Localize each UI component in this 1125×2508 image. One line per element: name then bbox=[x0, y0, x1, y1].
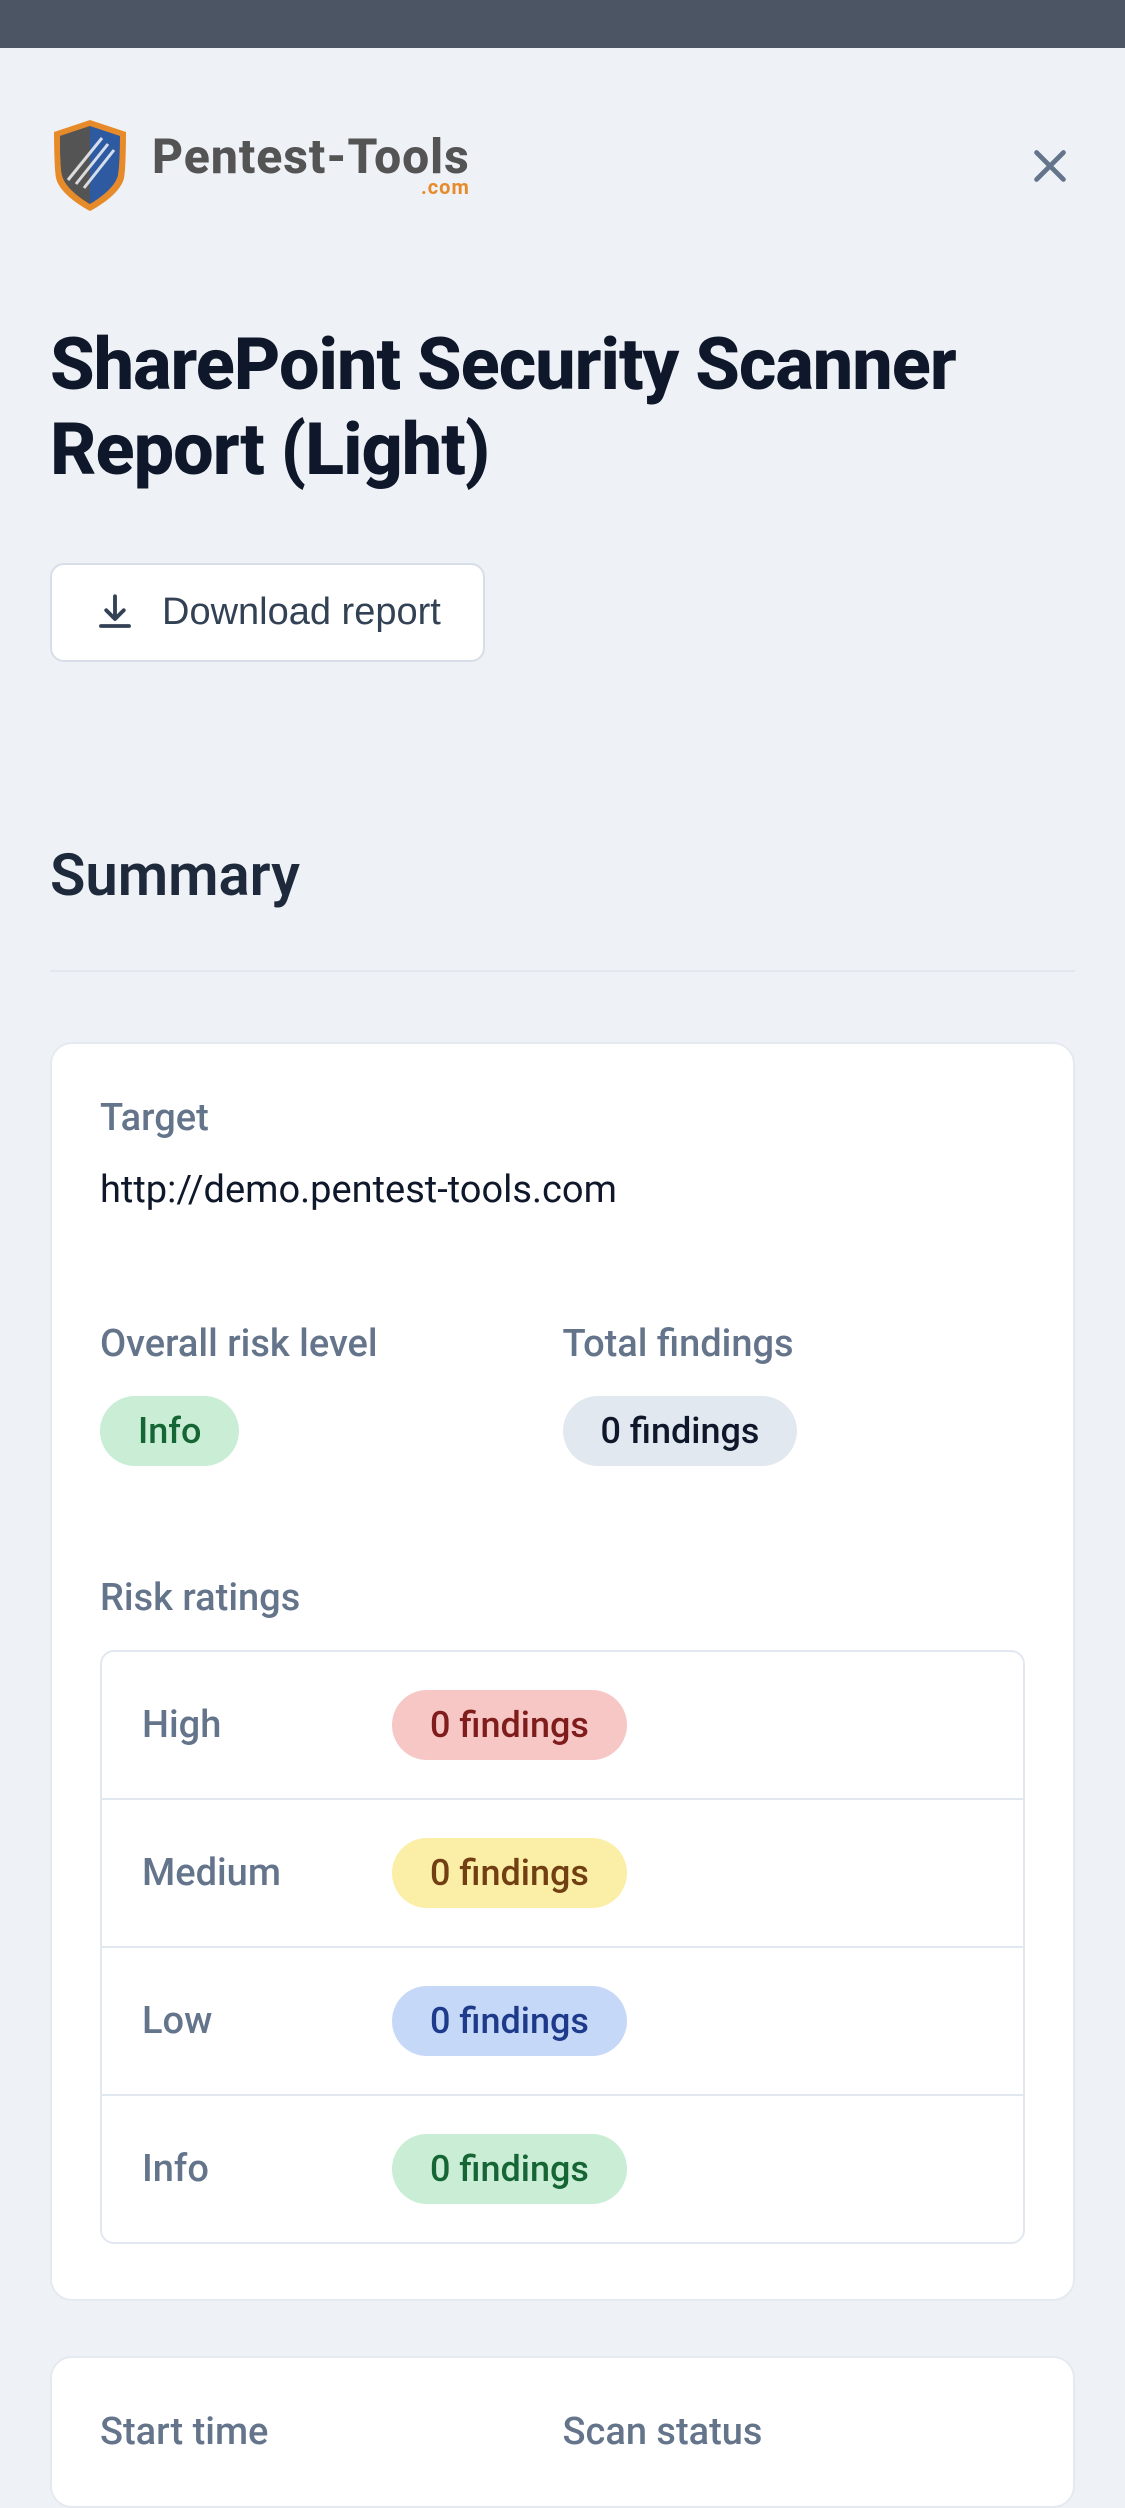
download-label: Download report bbox=[162, 591, 441, 634]
risk-row: Medium0 findings bbox=[102, 1800, 1023, 1948]
overall-risk-col: Overall risk level Info bbox=[100, 1322, 563, 1466]
brand-name: Pentest-Tools bbox=[152, 133, 470, 181]
brand-text: Pentest-Tools .com bbox=[152, 133, 470, 199]
content-container: Pentest-Tools .com SharePoint Security S… bbox=[0, 48, 1125, 2508]
close-button[interactable] bbox=[1025, 141, 1075, 191]
risk-findings-badge: 0 findings bbox=[392, 2134, 627, 2204]
risk-name: Low bbox=[142, 1999, 392, 2043]
summary-card: Target http://demo.pentest-tools.com Ove… bbox=[50, 1042, 1075, 2301]
meta-card: Start time Scan status bbox=[50, 2356, 1075, 2508]
header-row: Pentest-Tools .com bbox=[50, 118, 1075, 213]
risk-row: Low0 findings bbox=[102, 1948, 1023, 2096]
scan-status-label: Scan status bbox=[563, 2410, 1026, 2454]
top-bar bbox=[0, 0, 1125, 48]
brand-logo: Pentest-Tools .com bbox=[50, 118, 470, 213]
divider bbox=[50, 970, 1075, 972]
summary-heading: Summary bbox=[50, 842, 1075, 910]
risk-findings-badge: 0 findings bbox=[392, 1690, 627, 1760]
risk-ratings-section: Risk ratings High0 findingsMedium0 findi… bbox=[100, 1576, 1025, 2244]
total-findings-badge: 0 findings bbox=[563, 1396, 798, 1466]
risk-ratings-table: High0 findingsMedium0 findingsLow0 findi… bbox=[100, 1650, 1025, 2244]
shield-icon bbox=[50, 118, 130, 213]
total-findings-col: Total findings 0 findings bbox=[563, 1322, 1026, 1466]
page-title: SharePoint Security Scanner Report (Ligh… bbox=[50, 323, 1075, 493]
risk-findings-badge: 0 findings bbox=[392, 1838, 627, 1908]
risk-name: Medium bbox=[142, 1851, 392, 1895]
download-report-button[interactable]: Download report bbox=[50, 563, 485, 662]
risk-row: High0 findings bbox=[102, 1652, 1023, 1800]
risk-findings-row: Overall risk level Info Total findings 0… bbox=[100, 1322, 1025, 1466]
risk-ratings-label: Risk ratings bbox=[100, 1576, 1025, 1620]
target-value: http://demo.pentest-tools.com bbox=[100, 1168, 1025, 1212]
scan-status-col: Scan status bbox=[563, 2410, 1026, 2454]
overall-risk-badge: Info bbox=[100, 1396, 239, 1466]
risk-findings-badge: 0 findings bbox=[392, 1986, 627, 2056]
start-time-label: Start time bbox=[100, 2410, 563, 2454]
risk-name: High bbox=[142, 1703, 392, 1747]
download-icon bbox=[94, 591, 136, 633]
risk-name: Info bbox=[142, 2147, 392, 2191]
start-time-col: Start time bbox=[100, 2410, 563, 2454]
close-icon bbox=[1027, 143, 1073, 189]
brand-suffix: .com bbox=[152, 175, 470, 199]
risk-row: Info0 findings bbox=[102, 2096, 1023, 2242]
target-label: Target bbox=[100, 1096, 1025, 1140]
total-findings-label: Total findings bbox=[563, 1322, 1026, 1366]
overall-risk-label: Overall risk level bbox=[100, 1322, 563, 1366]
